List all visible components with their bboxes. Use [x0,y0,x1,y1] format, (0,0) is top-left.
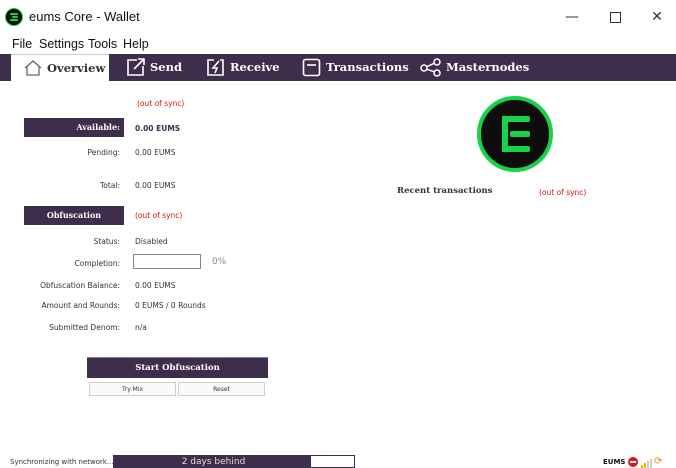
transactions-icon [302,58,321,77]
sync-progress-text: 2 days behind [181,457,246,467]
menu-file[interactable]: File [12,37,32,51]
share-icon [420,58,441,77]
sync-spinner-icon: ⟳ [654,456,663,467]
menu-tools[interactable]: Tools [88,37,117,51]
completion-percent: 0% [212,257,227,267]
tab-send[interactable]: Send [126,54,186,81]
available-value: 0.00 EUMS [135,124,181,133]
total-label: Total: [99,181,120,190]
tab-send-label: Send [150,60,183,74]
available-banner: Available: [24,118,124,137]
status-label: Status: [93,237,120,246]
unit-label[interactable]: EUMS [603,458,625,466]
app-logo-icon [5,8,23,26]
home-icon [24,60,42,76]
submitted-denom-label: Submitted Denom: [49,323,120,332]
sync-status-text: Synchronizing with network... [10,458,114,466]
pending-value: 0.00 EUMS [135,148,176,157]
receive-icon [207,59,224,76]
total-value: 0.00 EUMS [135,181,176,190]
amount-rounds-label: Amount and Rounds: [41,301,120,310]
obfuscation-banner: Obfuscation [24,206,124,225]
menu-settings[interactable]: Settings [39,37,84,51]
tab-masternodes-label: Masternodes [446,60,530,74]
completion-label: Completion: [74,259,120,268]
tab-overview-label: Overview [47,61,106,75]
send-icon [127,58,145,76]
obfuscation-balance-label: Obfuscation Balance: [40,281,120,290]
connections-icon [641,458,652,468]
balances-out-of-sync: (out of sync) [137,99,185,108]
window-title: eums Core - Wallet [29,9,140,24]
tab-masternodes[interactable]: Masternodes [420,54,529,81]
close-icon[interactable]: ✕ [648,9,666,25]
sync-progress-bar: 2 days behind [113,455,355,468]
start-obfuscation-button[interactable]: Start Obfuscation [87,357,268,378]
tab-overview[interactable]: Overview [11,54,109,81]
completion-progress-bar [133,254,201,269]
minimize-icon[interactable]: — [563,9,581,25]
recent-out-of-sync: (out of sync) [539,188,587,197]
reset-button[interactable]: Reset [178,382,265,396]
tab-transactions-label: Transactions [326,60,409,74]
tab-receive[interactable]: Receive [206,54,286,81]
offline-icon [628,457,638,467]
pending-label: Pending: [87,148,120,157]
maximize-icon[interactable] [606,9,624,25]
menu-help[interactable]: Help [123,37,149,51]
status-value: Disabled [135,237,168,246]
amount-rounds-value: 0 EUMS / 0 Rounds [135,301,206,310]
tab-transactions[interactable]: Transactions [302,54,409,81]
eums-logo-icon [472,96,558,172]
obfuscation-balance-value: 0.00 EUMS [135,281,176,290]
submitted-denom-value: n/a [135,323,147,332]
tab-receive-label: Receive [230,60,280,74]
try-mix-button[interactable]: Try Mix [89,382,176,396]
obfuscation-out-of-sync: (out of sync) [135,211,183,220]
recent-transactions-title: Recent transactions [397,186,493,196]
